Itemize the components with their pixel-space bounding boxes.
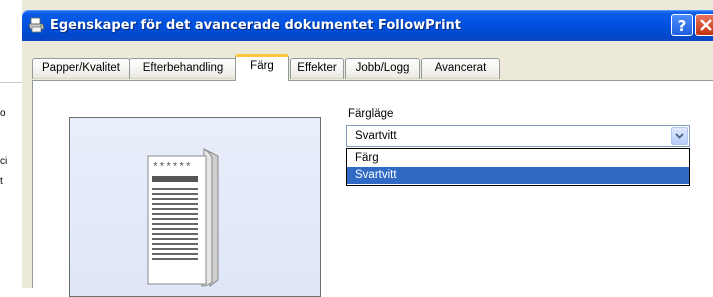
- document-icon: ******: [147, 148, 219, 287]
- tab-advanced[interactable]: Avancerat: [421, 58, 500, 79]
- help-button[interactable]: ?: [671, 14, 693, 36]
- title-bar[interactable]: Egenskaper för det avancerade dokumentet…: [22, 10, 713, 41]
- option-black-white[interactable]: Svartvitt: [347, 167, 689, 184]
- tab-finishing[interactable]: Efterbehandling: [129, 58, 237, 79]
- close-icon: [700, 19, 712, 31]
- tab-color[interactable]: Färg: [235, 54, 289, 81]
- tab-job-log[interactable]: Jobb/Logg: [345, 58, 420, 79]
- color-mode-label: Färgläge: [348, 108, 394, 120]
- tab-strip: Papper/Kvalitet Efterbehandling Färg Eff…: [22, 41, 713, 81]
- color-mode-options: Färg Svartvitt: [346, 148, 690, 186]
- background-text: t: [0, 176, 3, 187]
- background-text: ci: [0, 156, 8, 167]
- background-text: o: [0, 108, 6, 119]
- document-header-text: ******: [152, 162, 192, 174]
- document-preview: ******: [69, 117, 321, 297]
- background-divider: [0, 82, 22, 83]
- tab-paper-quality[interactable]: Papper/Kvalitet: [32, 58, 130, 79]
- color-tab-panel: ****** Färgläge Svartvitt Färg Svartvitt: [32, 80, 713, 297]
- close-button[interactable]: [695, 14, 713, 36]
- background-window: o ci t: [0, 0, 22, 288]
- color-mode-select[interactable]: Svartvitt: [346, 125, 690, 147]
- properties-dialog: Egenskaper för det avancerade dokumentet…: [22, 0, 713, 297]
- printer-icon: [28, 17, 45, 33]
- option-color[interactable]: Färg: [347, 150, 689, 167]
- tab-effects[interactable]: Effekter: [290, 58, 344, 79]
- dropdown-button[interactable]: [671, 127, 688, 145]
- chevron-down-icon: [675, 133, 684, 139]
- color-mode-value: Svartvitt: [355, 130, 397, 142]
- dialog-title: Egenskaper för det avancerade dokumentet…: [50, 18, 462, 33]
